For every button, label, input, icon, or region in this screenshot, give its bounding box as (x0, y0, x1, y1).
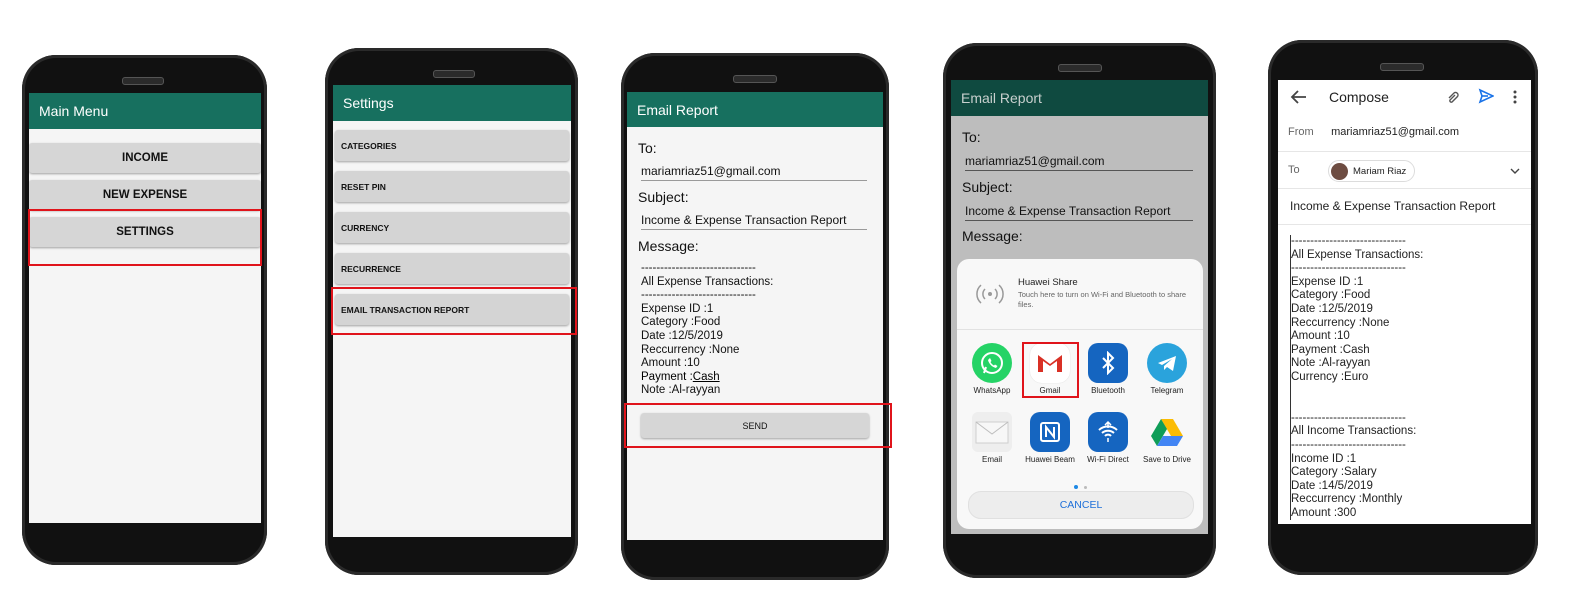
message-line: All Expense Transactions: (641, 275, 774, 288)
phone-gmail-compose: Compose From mariamriaz51@gmail.com To M… (1268, 40, 1538, 575)
message-label: Message: (962, 228, 1023, 244)
recipient-name: Mariam Riaz (1353, 165, 1407, 177)
reset-pin-button[interactable]: RESET PIN (335, 171, 569, 202)
save-to-drive-label: Save to Drive (1142, 455, 1192, 464)
message-line: ------------------------------ (641, 289, 756, 302)
attach-icon[interactable] (1446, 89, 1462, 105)
message-label: Message: (638, 238, 699, 254)
wireless-icon (975, 279, 1005, 309)
cancel-button[interactable]: CANCEL (968, 491, 1194, 519)
divider (1278, 188, 1531, 189)
app-bar: Main Menu (29, 93, 261, 129)
phone-email-report: Email Report To: mariamriaz51@gmail.com … (621, 53, 889, 580)
email-label: Email (981, 455, 1002, 464)
share-sheet: Huawei Share Touch here to turn on Wi-Fi… (957, 259, 1203, 529)
categories-button[interactable]: CATEGORIES (335, 130, 569, 161)
recurrence-button[interactable]: RECURRENCE (335, 253, 569, 284)
currency-button[interactable]: CURRENCY (335, 212, 569, 243)
wifi-direct-icon[interactable] (1088, 412, 1128, 452)
speaker (733, 75, 777, 83)
wifi-direct-label: Wi-Fi Direct (1087, 455, 1129, 464)
divider (1278, 151, 1531, 152)
divider (1278, 224, 1531, 225)
message-line: Amount :10 (641, 357, 700, 370)
whatsapp-label: WhatsApp (973, 386, 1011, 395)
to-label: To: (638, 140, 657, 156)
payment-value: Cash (692, 370, 720, 383)
recipient-chip[interactable]: Mariam Riaz (1328, 160, 1416, 182)
send-icon[interactable] (1478, 88, 1495, 104)
highlight-settings (28, 209, 262, 266)
huawei-share-desc: Touch here to turn on Wi-Fi and Bluetoot… (1018, 290, 1187, 309)
bluetooth-icon[interactable] (1088, 343, 1128, 383)
page-title: Settings (343, 95, 394, 111)
message-line: Reccurrency :None (641, 343, 740, 356)
message-line: Note :Al-rayyan (641, 384, 721, 397)
phone-main-menu: Main Menu INCOME NEW EXPENSE SETTINGS (22, 55, 267, 565)
subject-label: Subject: (638, 189, 689, 205)
to-label: To (1288, 164, 1300, 176)
to-row[interactable]: To Mariam Riaz (1288, 160, 1521, 182)
message-line: ------------------------------ (641, 262, 756, 274)
highlight-send (624, 403, 892, 448)
chevron-down-icon[interactable] (1510, 166, 1520, 174)
speaker (122, 77, 164, 85)
speaker (1058, 64, 1102, 72)
to-field[interactable]: mariamriaz51@gmail.com (641, 164, 867, 181)
avatar (1331, 162, 1348, 180)
from-label: From (1288, 126, 1314, 138)
huawei-beam-icon[interactable] (1030, 412, 1070, 452)
page-title: Main Menu (39, 103, 109, 119)
google-drive-icon[interactable] (1147, 412, 1187, 452)
payment-line: Payment :Cash (641, 371, 867, 385)
bluetooth-label: Bluetooth (1091, 386, 1125, 395)
message-field[interactable]: ------------------------------ All Expen… (641, 262, 867, 398)
message-line: Expense ID :1 (641, 302, 714, 315)
screen: Compose From mariamriaz51@gmail.com To M… (1278, 80, 1531, 524)
to-label: To: (962, 129, 981, 145)
compose-title: Compose (1329, 89, 1389, 105)
speaker (1380, 63, 1424, 71)
income-button[interactable]: INCOME (29, 143, 261, 173)
more-vert-icon[interactable] (1511, 89, 1519, 105)
subject-field[interactable]: Income & Expense Transaction Report (641, 213, 867, 230)
cancel-label: CANCEL (1059, 499, 1103, 511)
from-value[interactable]: mariamriaz51@gmail.com (1331, 126, 1459, 138)
to-field: mariamriaz51@gmail.com (965, 154, 1193, 171)
telegram-icon[interactable] (1147, 343, 1187, 383)
app-bar: Settings (333, 85, 571, 121)
speaker (433, 70, 475, 78)
subject-field: Income & Expense Transaction Report (965, 204, 1193, 221)
payment-label: Payment : (641, 370, 693, 383)
huawei-share-title: Huawei Share (1018, 277, 1078, 288)
compose-header: Compose (1278, 80, 1531, 116)
highlight-email-report (331, 287, 577, 335)
subject-label: Subject: (962, 179, 1013, 195)
new-expense-button[interactable]: NEW EXPENSE (29, 180, 261, 210)
message-line: Date :12/5/2019 (641, 329, 723, 342)
compose-body[interactable]: ------------------------------ All Expen… (1290, 235, 1423, 521)
whatsapp-icon[interactable] (972, 343, 1012, 383)
message-line: Category :Food (641, 316, 721, 329)
highlight-gmail (1022, 342, 1079, 398)
subject-field[interactable]: Income & Expense Transaction Report (1290, 199, 1495, 213)
app-bar: Email Report (951, 80, 1208, 116)
screen: Main Menu INCOME NEW EXPENSE SETTINGS (29, 93, 261, 523)
phone-share-sheet: Email Report To: mariamriaz51@gmail.com … (943, 43, 1216, 578)
from-row: From mariamriaz51@gmail.com (1288, 126, 1459, 138)
page-title: Email Report (637, 101, 718, 118)
screen: Email Report To: mariamriaz51@gmail.com … (627, 92, 883, 540)
huawei-beam-label: Huawei Beam (1025, 455, 1075, 464)
app-bar: Email Report (627, 92, 883, 127)
email-icon[interactable] (972, 412, 1012, 452)
telegram-label: Telegram (1150, 386, 1184, 395)
page-title: Email Report (961, 90, 1042, 106)
screen: Email Report To: mariamriaz51@gmail.com … (951, 80, 1208, 534)
back-arrow-icon[interactable] (1290, 88, 1308, 106)
huawei-share-row[interactable]: Huawei Share Touch here to turn on Wi-Fi… (957, 259, 1203, 330)
